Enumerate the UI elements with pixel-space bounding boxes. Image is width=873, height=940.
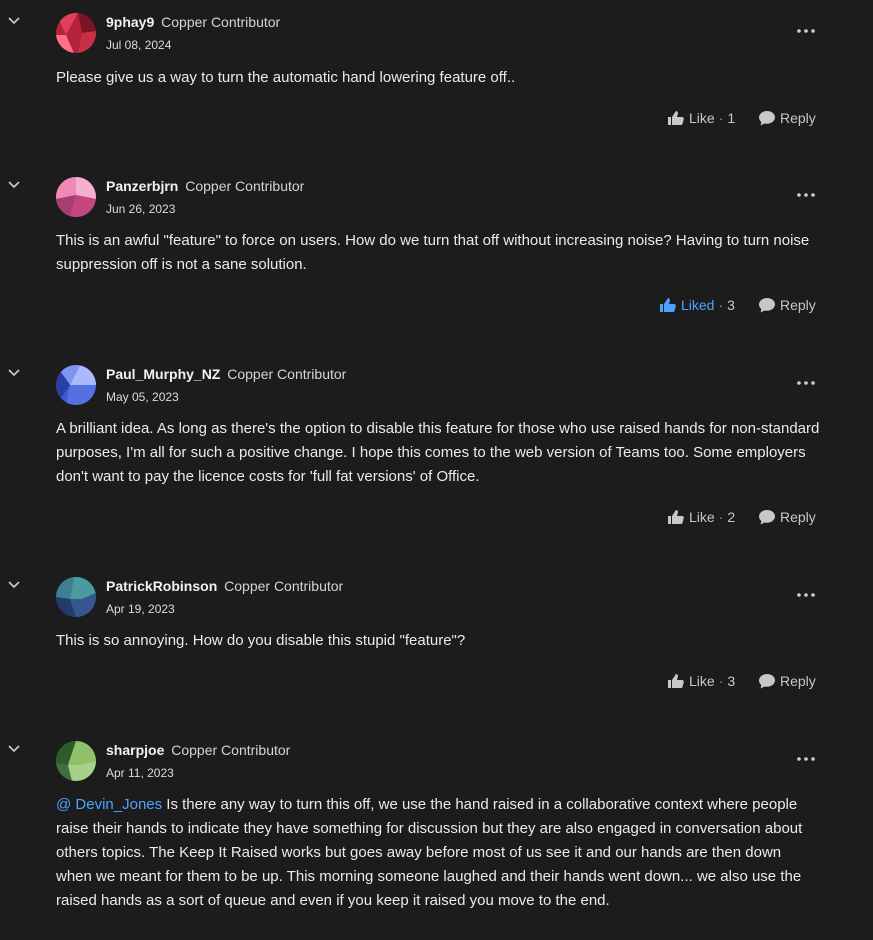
like-button[interactable]: Liked · 3 [659,293,735,317]
comment-body: A brilliant idea. As long as there's the… [56,417,820,489]
author-line: Panzerbjrn Copper Contributor [106,177,304,195]
comment-text: Please give us a way to turn the automat… [56,69,516,86]
thumbs-up-icon [668,510,684,524]
more-options-icon[interactable] [795,185,817,205]
chevron-down-icon[interactable] [6,577,22,593]
mention-link[interactable]: @ Devin_Jones [56,796,162,813]
thumbs-up-icon [668,674,684,688]
author-name[interactable]: sharpjoe [106,742,164,758]
author-rank: Copper Contributor [161,14,281,30]
comment-actions: Like · 1 Reply [0,106,873,130]
avatar[interactable] [56,177,96,217]
comment-actions: Liked · 3 Reply [0,293,873,317]
post-date: Apr 11, 2023 [106,766,174,780]
speech-bubble-icon [759,111,775,126]
like-label: Like [689,673,715,689]
author-line: sharpjoe Copper Contributor [106,741,290,759]
chevron-down-icon[interactable] [6,177,22,193]
comment-body: This is so annoying. How do you disable … [56,629,820,653]
like-count: 1 [727,110,736,126]
like-button[interactable]: Like · 3 [667,669,735,693]
like-separator: · [718,509,724,525]
avatar[interactable] [56,365,96,405]
like-label: Liked [681,297,715,313]
author-line: Paul_Murphy_NZ Copper Contributor [106,365,346,383]
author-line: PatrickRobinson Copper Contributor [106,577,343,595]
author-rank: Copper Contributor [227,366,347,382]
more-options-icon[interactable] [795,21,817,41]
post-date: May 05, 2023 [106,390,179,404]
chevron-down-icon[interactable] [6,13,22,29]
comment-actions: Like · 3 Reply [0,669,873,693]
comment-body: Please give us a way to turn the automat… [56,66,820,90]
more-options-icon[interactable] [795,585,817,605]
author-line: 9phay9 Copper Contributor [106,13,280,31]
speech-bubble-icon [759,510,775,525]
more-options-icon[interactable] [795,749,817,769]
mention-name: Devin_Jones [75,796,163,813]
reply-label: Reply [780,297,816,313]
comment-text: @ Devin_Jones Is there any way to turn t… [56,793,820,913]
comment-text: A brilliant idea. As long as there's the… [56,420,820,485]
comment-body: This is an awful "feature" to force on u… [56,229,820,277]
chevron-down-icon[interactable] [6,741,22,757]
reply-label: Reply [780,110,816,126]
like-label: Like [689,110,715,126]
comment-text-rest: Is there any way to turn this off, we us… [56,796,803,909]
like-label: Like [689,509,715,525]
like-count: 3 [727,297,735,313]
reply-label: Reply [780,509,816,525]
post-date: Jul 08, 2024 [106,38,172,52]
avatar[interactable] [56,577,96,617]
reply-button[interactable]: Reply [758,669,816,693]
comment-text: This is so annoying. How do you disable … [56,632,466,649]
avatar[interactable] [56,741,96,781]
author-name[interactable]: PatrickRobinson [106,578,217,594]
like-button[interactable]: Like · 2 [667,505,735,529]
author-name[interactable]: Panzerbjrn [106,178,178,194]
reply-button[interactable]: Reply [758,293,816,317]
author-rank: Copper Contributor [171,742,291,758]
author-rank: Copper Contributor [185,178,305,194]
comment-text: This is an awful "feature" to force on u… [56,232,810,273]
thumbs-up-icon [668,111,684,125]
thumbs-up-icon [660,298,676,312]
author-rank: Copper Contributor [224,578,344,594]
like-separator: · [718,673,724,689]
like-button[interactable]: Like · 1 [667,106,735,130]
post-date: Apr 19, 2023 [106,602,175,616]
like-count: 2 [727,509,736,525]
more-options-icon[interactable] [795,373,817,393]
speech-bubble-icon [759,674,775,689]
speech-bubble-icon [759,298,775,313]
chevron-down-icon[interactable] [6,365,22,381]
post-date: Jun 26, 2023 [106,202,176,216]
author-name[interactable]: 9phay9 [106,14,154,30]
like-count: 3 [727,673,736,689]
reply-label: Reply [780,673,816,689]
avatar[interactable] [56,13,96,53]
like-separator: · [718,297,724,313]
reply-button[interactable]: Reply [758,505,816,529]
reply-button[interactable]: Reply [758,106,816,130]
like-separator: · [718,110,724,126]
mention-symbol: @ [56,796,72,813]
comment-body: @ Devin_Jones Is there any way to turn t… [56,793,820,913]
author-name[interactable]: Paul_Murphy_NZ [106,366,220,382]
comment-actions: Like · 2 Reply [0,505,873,529]
